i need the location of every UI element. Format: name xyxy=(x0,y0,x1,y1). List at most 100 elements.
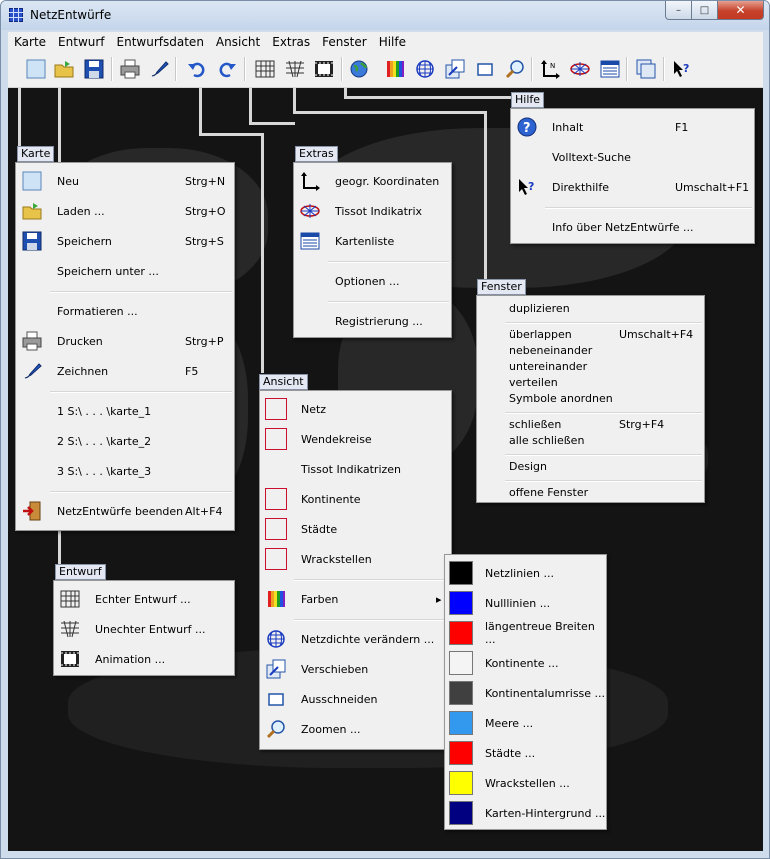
menu-item-nebeneinander[interactable]: nebeneinander xyxy=(509,344,592,357)
grid-density-icon[interactable] xyxy=(413,57,437,81)
animation-icon[interactable] xyxy=(312,57,336,81)
menu-item-wendekreise[interactable]: Wendekreise xyxy=(260,424,451,454)
window-title: NetzEntwürfe xyxy=(30,8,112,22)
menu-item-recent-2[interactable]: 2 S:\ . . . \karte_2 xyxy=(16,426,234,456)
checkbox-empty-icon xyxy=(264,397,288,421)
menu-item-zoomen[interactable]: Zoomen ... xyxy=(260,714,451,744)
menu-karte[interactable]: Karte xyxy=(8,35,52,49)
menu-item-ueberlappen[interactable]: überlappen xyxy=(509,328,572,341)
save-icon xyxy=(20,229,44,253)
tissot-icon[interactable] xyxy=(568,57,592,81)
menu-item-kontinente[interactable]: Kontinente xyxy=(260,484,451,514)
close-button[interactable]: ✕ xyxy=(718,1,764,20)
true-projection-icon[interactable] xyxy=(253,57,277,81)
menu-item-farbe-netzlinien[interactable]: Netzlinien ... xyxy=(445,558,606,588)
menu-item-farbe-wrackstellen[interactable]: Wrackstellen ... xyxy=(445,768,606,798)
zoom-icon[interactable] xyxy=(503,57,527,81)
menu-item-unechter-entwurf[interactable]: Unechter Entwurf ... xyxy=(54,614,234,644)
crop-icon xyxy=(264,687,288,711)
crop-icon[interactable] xyxy=(473,57,497,81)
map-list-icon[interactable] xyxy=(598,57,622,81)
menu-item-neu[interactable]: Neu Strg+N xyxy=(16,166,234,196)
menu-ansicht[interactable]: Ansicht xyxy=(210,35,266,49)
draw-pen-icon[interactable] xyxy=(147,57,171,81)
menu-item-tissot-indikatrizen[interactable]: Tissot Indikatrizen xyxy=(260,454,451,484)
menu-item-netzdichte[interactable]: Netzdichte verändern ... xyxy=(260,624,451,654)
menu-item-staedte[interactable]: Städte xyxy=(260,514,451,544)
menu-item-beenden[interactable]: NetzEntwürfe beenden Alt+F4 xyxy=(16,496,234,526)
color-swatch xyxy=(449,621,473,645)
menu-item-farbe-kontinente[interactable]: Kontinente ... xyxy=(445,648,606,678)
menu-item-formatieren[interactable]: Formatieren ... xyxy=(16,296,234,326)
exit-icon xyxy=(20,499,44,523)
menu-entwurf[interactable]: Entwurf xyxy=(52,35,110,49)
redo-icon[interactable] xyxy=(215,57,239,81)
menu-item-animation[interactable]: Animation ... xyxy=(54,644,234,674)
minimize-button[interactable]: – xyxy=(665,1,692,20)
grid-density-icon xyxy=(264,627,288,651)
menu-item-farbe-breiten[interactable]: längentreue Breiten ... xyxy=(445,618,606,648)
color-swatch xyxy=(449,801,473,825)
menu-item-volltext-suche[interactable]: Volltext-Suche xyxy=(511,142,754,172)
menu-extras[interactable]: Extras xyxy=(266,35,316,49)
menu-item-netz[interactable]: Netz xyxy=(260,394,451,424)
menu-entwurfsdaten[interactable]: Entwurfsdaten xyxy=(111,35,210,49)
menu-item-design[interactable]: Design xyxy=(509,460,547,473)
menu-item-registrierung[interactable]: Registrierung ... xyxy=(294,306,451,336)
menu-item-duplizieren[interactable]: duplizieren xyxy=(509,302,570,315)
menu-item-untereinander[interactable]: untereinander xyxy=(509,360,587,373)
new-icon[interactable] xyxy=(24,57,48,81)
colors-icon[interactable] xyxy=(383,57,407,81)
coordinates-icon[interactable]: N xyxy=(538,57,562,81)
menu-item-schliessen[interactable]: schließen xyxy=(509,418,561,431)
help-pointer-icon: ? xyxy=(515,175,539,199)
menu-item-recent-1[interactable]: 1 S:\ . . . \karte_1 xyxy=(16,396,234,426)
menu-item-speichern[interactable]: Speichern Strg+S xyxy=(16,226,234,256)
menu-item-ausschneiden[interactable]: Ausschneiden xyxy=(260,684,451,714)
open-folder-icon[interactable] xyxy=(52,57,76,81)
ueberlappen-shortcut: Umschalt+F4 xyxy=(619,328,694,341)
menu-item-info[interactable]: Info über NetzEntwürfe ... xyxy=(511,212,754,242)
help-pointer-icon[interactable]: ? xyxy=(670,57,694,81)
svg-text:N: N xyxy=(550,62,555,70)
menu-item-koordinaten[interactable]: geogr. Koordinaten xyxy=(294,166,451,196)
print-icon[interactable] xyxy=(118,57,142,81)
menu-item-farbe-meere[interactable]: Meere ... xyxy=(445,708,606,738)
menu-item-offene-fenster[interactable]: offene Fenster xyxy=(509,486,588,499)
menu-item-farbe-kontinentalumrisse[interactable]: Kontinentalumrisse ... xyxy=(445,678,606,708)
menu-item-direkthilfe[interactable]: ? Direkthilfe Umschalt+F1 xyxy=(511,172,754,202)
menu-item-farben[interactable]: Farben ▸ xyxy=(260,584,451,614)
menu-item-recent-3[interactable]: 3 S:\ . . . \karte_3 xyxy=(16,456,234,486)
menu-item-drucken[interactable]: Drucken Strg+P xyxy=(16,326,234,356)
fenster-tag: Fenster xyxy=(477,279,526,295)
menu-item-speichern-unter[interactable]: Speichern unter ... xyxy=(16,256,234,286)
false-projection-icon[interactable] xyxy=(283,57,307,81)
menu-hilfe[interactable]: Hilfe xyxy=(373,35,412,49)
menu-item-farbe-hintergrund[interactable]: Karten-Hintergrund ... xyxy=(445,798,606,828)
menu-item-farbe-staedte[interactable]: Städte ... xyxy=(445,738,606,768)
menu-item-kartenliste[interactable]: Kartenliste xyxy=(294,226,451,256)
menu-item-farbe-nulllinien[interactable]: Nulllinien ... xyxy=(445,588,606,618)
menu-item-alle-schliessen[interactable]: alle schließen xyxy=(509,434,584,447)
menu-item-inhalt[interactable]: ? Inhalt F1 xyxy=(511,112,754,142)
false-projection-icon xyxy=(58,617,82,641)
coordinates-icon xyxy=(298,169,322,193)
save-icon[interactable] xyxy=(82,57,106,81)
duplicate-window-icon[interactable] xyxy=(634,57,658,81)
menu-item-verteilen[interactable]: verteilen xyxy=(509,376,558,389)
menu-fenster[interactable]: Fenster xyxy=(316,35,373,49)
menu-item-zeichnen[interactable]: Zeichnen F5 xyxy=(16,356,234,386)
undo-icon[interactable] xyxy=(185,57,209,81)
move-icon[interactable] xyxy=(443,57,467,81)
menu-item-symbole-anordnen[interactable]: Symbole anordnen xyxy=(509,392,613,405)
karte-tag: Karte xyxy=(17,146,55,162)
menu-item-laden[interactable]: Laden ... Strg+O xyxy=(16,196,234,226)
menu-item-wrackstellen[interactable]: Wrackstellen xyxy=(260,544,451,574)
menu-item-verschieben[interactable]: Verschieben xyxy=(260,654,451,684)
menu-item-echter-entwurf[interactable]: Echter Entwurf ... xyxy=(54,584,234,614)
menu-item-optionen[interactable]: Optionen ... xyxy=(294,266,451,296)
globe-icon[interactable] xyxy=(347,57,371,81)
checkbox-empty-icon xyxy=(264,427,288,451)
menu-item-tissot[interactable]: Tissot Indikatrix xyxy=(294,196,451,226)
maximize-button[interactable]: □ xyxy=(692,1,718,20)
